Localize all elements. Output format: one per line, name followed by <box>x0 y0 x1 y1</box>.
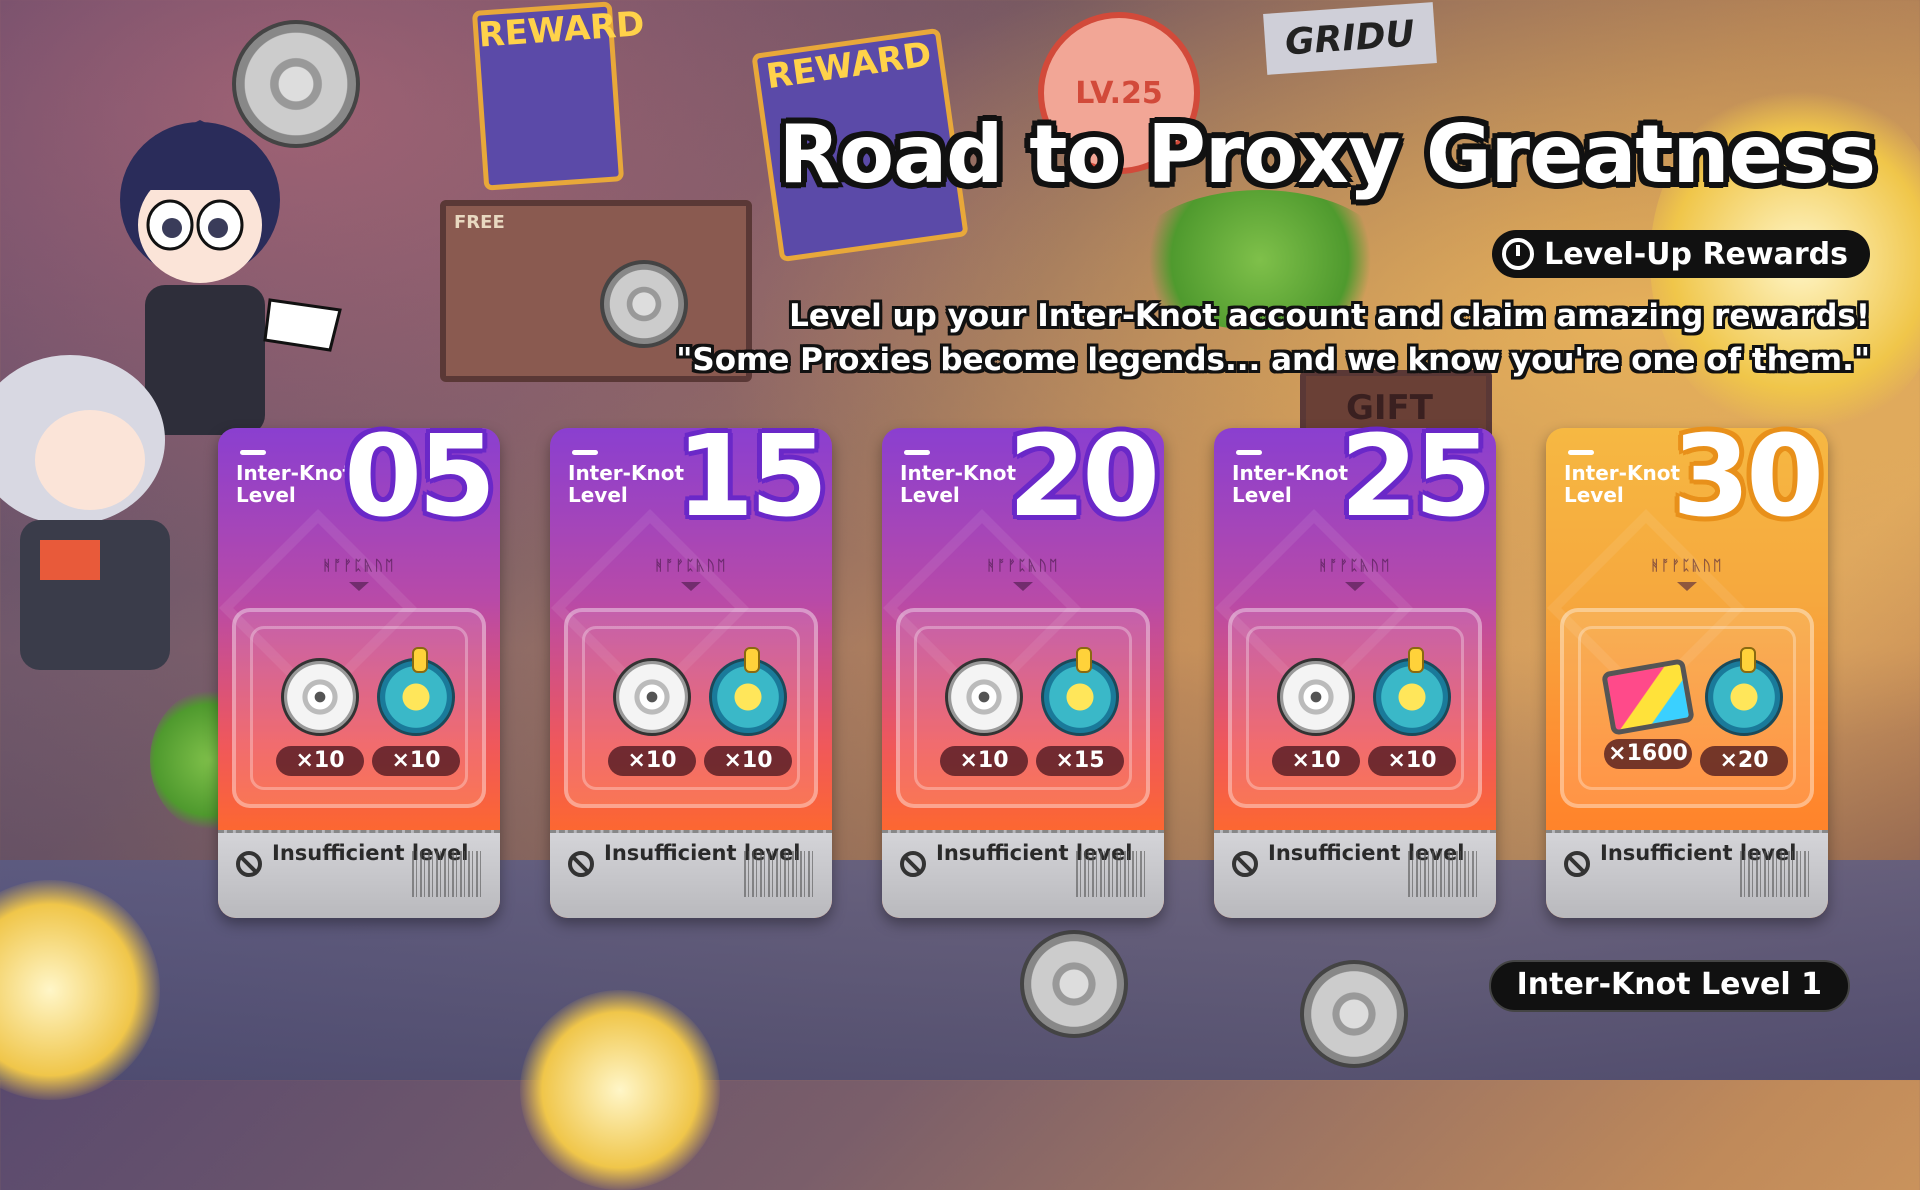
reward-card-level-20[interactable]: Inter-Knot Level ᚻᚩᚠᛈᚣᚢᛖ ×10 ×15 Insuffi… <box>882 412 1164 918</box>
level-up-rewards-tag: Level-Up Rewards <box>1492 230 1870 278</box>
film-reel-icon <box>613 658 691 736</box>
reward-box: ×10 ×15 <box>896 608 1150 808</box>
reward-item[interactable]: ×10 <box>274 658 366 776</box>
card-level-number: 05 <box>344 412 496 542</box>
claim-status-stub: Insufficient level <box>218 830 500 918</box>
reward-box: ×1600 ×20 <box>1560 608 1814 808</box>
card-glyph-text: ᚻᚩᚠᛈᚣᚢᛖ <box>654 558 728 574</box>
card-arrow-icon <box>349 582 369 591</box>
film-negative-icon <box>1601 658 1695 736</box>
reward-quantity: ×10 <box>704 746 792 776</box>
card-level-label: Inter-Knot Level <box>900 461 1017 507</box>
card-level-number: 20 <box>1008 412 1160 542</box>
card-level-number: 15 <box>676 412 828 542</box>
bangboo-pack-icon <box>1705 647 1783 736</box>
reward-quantity: ×10 <box>372 746 460 776</box>
bangboo-pack-icon <box>1373 647 1451 736</box>
reward-item[interactable]: ×1600 <box>1601 658 1695 769</box>
description-line-2: "Some Proxies become legends... and we k… <box>676 342 1870 378</box>
ban-icon <box>236 851 262 877</box>
card-dash <box>240 450 266 455</box>
card-arrow-icon <box>1345 582 1365 591</box>
reward-card-level-15[interactable]: Inter-Knot Level ᚻᚩᚠᛈᚣᚢᛖ ×10 ×10 Insuffi… <box>550 412 832 918</box>
reward-item[interactable]: ×10 <box>1366 647 1458 776</box>
barcode-icon <box>1408 851 1480 897</box>
claim-status-stub: Insufficient level <box>882 830 1164 918</box>
character-white-hair-illustration <box>0 355 170 670</box>
reward-box: ×10 ×10 <box>1228 608 1482 808</box>
reward-box: ×10 ×10 <box>564 608 818 808</box>
film-reel-icon <box>281 658 359 736</box>
event-description: Level up your Inter-Knot account and cla… <box>676 294 1870 382</box>
card-glyph-text: ᚻᚩᚠᛈᚣᚢᛖ <box>1650 558 1724 574</box>
reward-quantity: ×1600 <box>1604 739 1692 769</box>
claim-status-stub: Insufficient level <box>1214 830 1496 918</box>
reward-quantity: ×10 <box>1368 746 1456 776</box>
barcode-icon <box>1076 851 1148 897</box>
reward-card-level-30[interactable]: Inter-Knot Level ᚻᚩᚠᛈᚣᚢᛖ ×1600 ×20 Insuf… <box>1546 412 1828 918</box>
reward-poster: REWARD <box>471 1 646 191</box>
level-up-rewards-label: Level-Up Rewards <box>1544 236 1848 272</box>
bangboo-pack-icon <box>1041 647 1119 736</box>
reward-item[interactable]: ×15 <box>1034 647 1126 776</box>
ban-icon <box>1232 851 1258 877</box>
gridu-sign: GRIDU <box>1263 2 1437 75</box>
card-level-label: Inter-Knot Level <box>236 461 353 507</box>
card-level-number: 25 <box>1340 412 1492 542</box>
background-film-reel <box>1020 930 1128 1038</box>
barcode-icon <box>412 851 484 897</box>
card-level-label: Inter-Knot Level <box>1564 461 1681 507</box>
bangboo-pack-icon <box>709 647 787 736</box>
reward-item[interactable]: ×10 <box>702 647 794 776</box>
film-reel-icon <box>945 658 1023 736</box>
background-film-reel <box>600 260 688 348</box>
card-level-label: Inter-Knot Level <box>568 461 685 507</box>
card-level-number: 30 <box>1672 412 1824 542</box>
reward-quantity: ×20 <box>1700 746 1788 776</box>
ban-icon <box>568 851 594 877</box>
claim-status-stub: Insufficient level <box>550 830 832 918</box>
card-arrow-icon <box>1013 582 1033 591</box>
card-arrow-icon <box>681 582 701 591</box>
level-badge-text: LV.25 <box>1075 75 1163 111</box>
reward-quantity: ×10 <box>608 746 696 776</box>
card-glyph-text: ᚻᚩᚠᛈᚣᚢᛖ <box>1318 558 1392 574</box>
reward-item[interactable]: ×10 <box>1270 658 1362 776</box>
card-dash <box>572 450 598 455</box>
reward-card-level-25[interactable]: Inter-Knot Level ᚻᚩᚠᛈᚣᚢᛖ ×10 ×10 Insuffi… <box>1214 412 1496 918</box>
reward-quantity: ×10 <box>1272 746 1360 776</box>
reward-box: ×10 ×10 <box>232 608 486 808</box>
claim-status-stub: Insufficient level <box>1546 830 1828 918</box>
reward-quantity: ×15 <box>1036 746 1124 776</box>
bangboo-pack-icon <box>377 647 455 736</box>
clock-icon <box>1502 238 1535 270</box>
barcode-icon <box>744 851 816 897</box>
reward-item[interactable]: ×10 <box>606 658 698 776</box>
card-dash <box>904 450 930 455</box>
barcode-icon <box>1740 851 1812 897</box>
card-level-label: Inter-Knot Level <box>1232 461 1349 507</box>
ban-icon <box>900 851 926 877</box>
reward-quantity: ×10 <box>940 746 1028 776</box>
film-reel-icon <box>1277 658 1355 736</box>
card-arrow-icon <box>1677 582 1697 591</box>
free-label: FREE <box>454 212 505 233</box>
description-line-1: Level up your Inter-Knot account and cla… <box>789 298 1870 334</box>
card-glyph-text: ᚻᚩᚠᛈᚣᚢᛖ <box>986 558 1060 574</box>
card-dash <box>1236 450 1262 455</box>
background-film-reel <box>1300 960 1408 1068</box>
background-light-orb <box>520 990 720 1190</box>
card-dash <box>1568 450 1594 455</box>
ban-icon <box>1564 851 1590 877</box>
reward-item[interactable]: ×10 <box>370 647 462 776</box>
page-title: Road to Proxy Greatness <box>778 108 1876 201</box>
reward-item[interactable]: ×20 <box>1698 647 1790 776</box>
card-glyph-text: ᚻᚩᚠᛈᚣᚢᛖ <box>322 558 396 574</box>
reward-quantity: ×10 <box>276 746 364 776</box>
reward-card-level-05[interactable]: Inter-Knot Level ᚻᚩᚠᛈᚣᚢᛖ ×10 ×10 Insuffi… <box>218 412 500 918</box>
current-level-indicator: Inter-Knot Level 1 <box>1488 960 1850 1012</box>
reward-item[interactable]: ×10 <box>938 658 1030 776</box>
